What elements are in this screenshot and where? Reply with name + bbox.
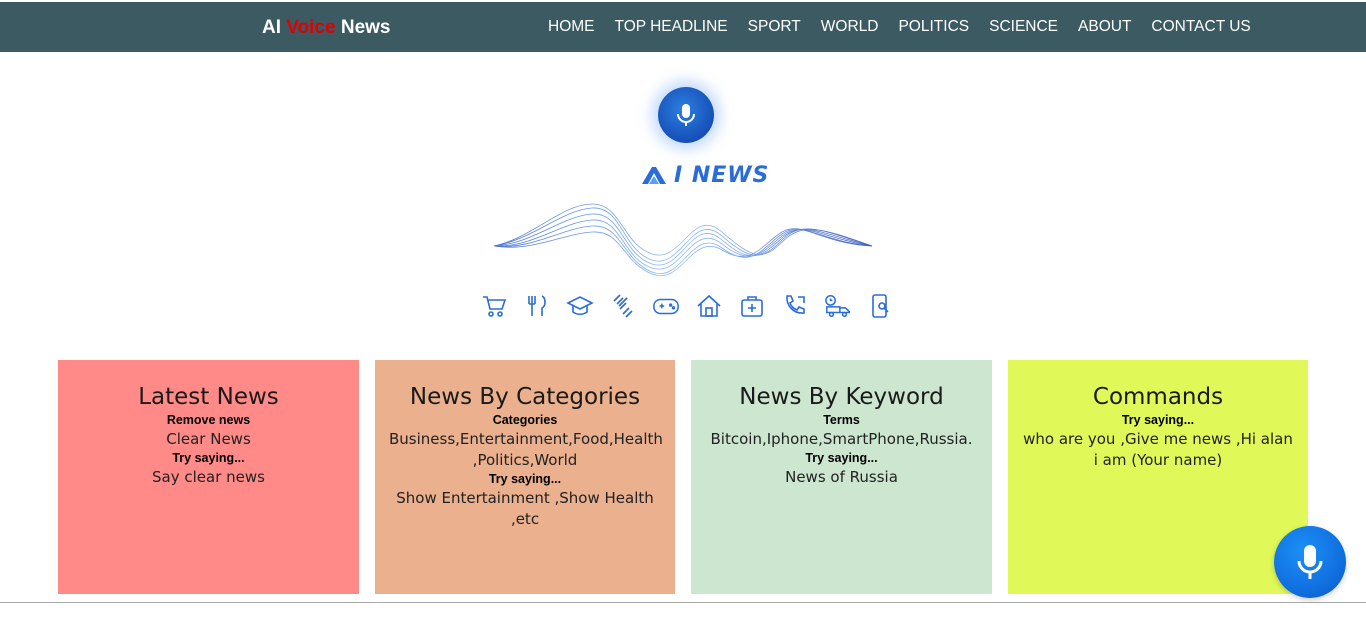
hero-microphone-icon <box>658 87 714 143</box>
nav-home[interactable]: HOME <box>548 1 595 53</box>
nav-contact-us[interactable]: CONTACT US <box>1151 1 1250 53</box>
nav-science[interactable]: SCIENCE <box>989 1 1058 53</box>
nav-top-headline[interactable]: TOP HEADLINE <box>615 1 728 53</box>
card-commands: Commands Try saying... who are you ,Give… <box>1008 360 1308 594</box>
home-icon <box>695 292 723 320</box>
card-text: Business,Entertainment,Food,Health ,Poli… <box>389 430 663 469</box>
phone-icon <box>781 292 809 320</box>
card-label: Try saying... <box>488 472 562 486</box>
ai-news-logo: I NEWS <box>640 160 769 190</box>
category-icons-row <box>480 292 895 320</box>
medical-kit-icon <box>738 292 766 320</box>
logo-a-icon <box>642 167 666 184</box>
card-label: Try saying... <box>805 451 878 465</box>
card-text: who are you ,Give me news ,Hi alan i am … <box>1023 430 1293 469</box>
footer-divider <box>0 602 1366 603</box>
navbar: AI Voice News HOME TOP HEADLINE SPORT WO… <box>0 2 1366 52</box>
card-label: Try saying... <box>1121 413 1195 427</box>
logo-text: I NEWS <box>674 162 770 188</box>
card-label: Try saying... <box>172 451 245 465</box>
graduation-cap-icon <box>566 292 594 320</box>
card-label: Terms <box>823 413 860 427</box>
fork-knife-icon <box>523 292 551 320</box>
nav-sport[interactable]: SPORT <box>748 1 801 53</box>
dumbbell-icon <box>609 292 637 320</box>
nav-politics[interactable]: POLITICS <box>898 1 969 53</box>
card-text: Show Entertainment ,Show Health ,etc <box>396 489 654 528</box>
gamepad-icon <box>652 292 680 320</box>
nav-world[interactable]: WORLD <box>821 1 879 53</box>
brand-part-voice: Voice <box>286 17 336 38</box>
hero-banner: I NEWS <box>0 52 1366 352</box>
microphone-icon <box>1297 545 1323 579</box>
card-label: Categories <box>492 413 558 427</box>
brand-logo[interactable]: AI Voice News <box>262 2 390 52</box>
card-news-by-keyword: News By Keyword Terms Bitcoin,Iphone,Sma… <box>691 360 992 594</box>
card-label: Remove news <box>166 413 251 427</box>
card-title: News By Categories <box>409 384 641 410</box>
card-text: Clear News <box>166 430 251 448</box>
nav-links: HOME TOP HEADLINE SPORT WORLD POLITICS S… <box>548 2 1271 52</box>
voice-assistant-button[interactable] <box>1274 526 1346 598</box>
card-news-by-categories: News By Categories Categories Business,E… <box>375 360 675 594</box>
card-title: Commands <box>1092 384 1224 410</box>
card-latest-news: Latest News Remove news Clear News Try s… <box>58 360 359 594</box>
card-text: News of Russia <box>785 468 898 486</box>
brand-part-news: News <box>335 17 391 38</box>
sound-wave-graphic <box>493 203 873 277</box>
card-text: Bitcoin,Iphone,SmartPhone,Russia. <box>710 430 973 448</box>
brand-part-ai: AI <box>262 17 287 38</box>
delivery-truck-icon <box>824 292 852 320</box>
mobile-search-icon <box>867 292 895 320</box>
cart-icon <box>480 292 508 320</box>
card-text: Say clear news <box>152 468 265 486</box>
card-title: Latest News <box>138 384 279 410</box>
nav-about[interactable]: ABOUT <box>1078 1 1131 53</box>
card-title: News By Keyword <box>739 384 944 410</box>
